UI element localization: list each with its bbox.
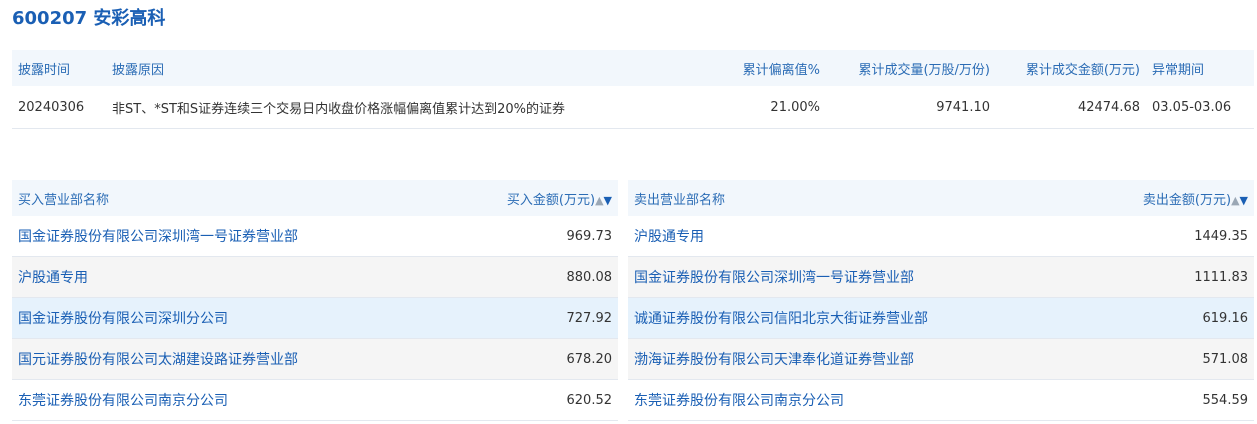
buy-amount: 880.08: [444, 256, 618, 298]
header-disclosure-reason: 披露原因: [112, 62, 165, 78]
sell-header-name: 卖出营业部名称: [634, 192, 726, 208]
table-row[interactable]: 渤海证券股份有限公司天津奉化道证券营业部 571.08: [628, 338, 1254, 380]
header-cumulative-deviation: 累计偏离值%: [742, 62, 820, 78]
table-row[interactable]: 国金证券股份有限公司深圳分公司 727.92: [12, 297, 618, 339]
summary-row: 20240306 非ST、*ST和S证券连续三个交易日内收盘价格涨幅偏离值累计达…: [12, 86, 1254, 129]
buy-header-row: 买入营业部名称 买入金额(万元)▲▼: [12, 180, 618, 216]
cumulative-volume: 9741.10: [826, 86, 996, 129]
sell-amount: 1449.35: [1080, 216, 1254, 257]
table-row[interactable]: 沪股通专用 1449.35: [628, 216, 1254, 257]
buy-branch-name[interactable]: 国金证券股份有限公司深圳分公司: [12, 297, 445, 339]
buy-panel: 买入营业部名称 买入金额(万元)▲▼ 国金证券股份有限公司深圳湾一号证券营业部 …: [12, 180, 618, 421]
sell-branch-name[interactable]: 国金证券股份有限公司深圳湾一号证券营业部: [628, 256, 1081, 298]
sort-arrows-icon[interactable]: ▲▼: [595, 194, 612, 207]
table-row[interactable]: 诚通证券股份有限公司信阳北京大街证券营业部 619.16: [628, 297, 1254, 339]
buy-branch-name[interactable]: 国金证券股份有限公司深圳湾一号证券营业部: [12, 216, 445, 257]
sort-arrows-icon[interactable]: ▲▼: [1231, 194, 1248, 207]
table-row[interactable]: 东莞证券股份有限公司南京分公司 554.59: [628, 379, 1254, 421]
sell-amount: 619.16: [1080, 297, 1254, 339]
stock-title: 600207 安彩高科: [12, 8, 166, 29]
disclosure-summary-table: 披露时间 披露原因 累计偏离值% 累计成交量(万股/万份) 累计成交金额(万元)…: [12, 50, 1254, 129]
sort-down-icon[interactable]: ▼: [1240, 194, 1248, 207]
header-abnormal-period: 异常期间: [1152, 62, 1205, 78]
sell-branch-name[interactable]: 东莞证券股份有限公司南京分公司: [628, 379, 1081, 421]
disclosure-date: 20240306: [12, 86, 106, 129]
cumulative-deviation: 21.00%: [666, 86, 826, 129]
cumulative-amount: 42474.68: [996, 86, 1146, 129]
sort-up-icon[interactable]: ▲: [1231, 194, 1239, 207]
buy-branch-name[interactable]: 沪股通专用: [12, 256, 445, 298]
table-row[interactable]: 东莞证券股份有限公司南京分公司 620.52: [12, 379, 618, 421]
abnormal-period: 03.05-03.06: [1146, 86, 1254, 129]
buy-header-amount-label: 买入金额(万元): [506, 192, 596, 208]
header-cumulative-amount: 累计成交金额(万元): [1025, 62, 1140, 78]
table-row[interactable]: 国金证券股份有限公司深圳湾一号证券营业部 969.73: [12, 216, 618, 257]
sell-panel: 卖出营业部名称 卖出金额(万元)▲▼ 沪股通专用 1449.35 国金证券股份有…: [628, 180, 1254, 421]
buy-amount: 678.20: [444, 338, 618, 380]
buy-branch-name[interactable]: 国元证券股份有限公司太湖建设路证券营业部: [12, 338, 445, 380]
table-row[interactable]: 沪股通专用 880.08: [12, 256, 618, 298]
buy-header-amount[interactable]: 买入金额(万元)▲▼: [445, 180, 618, 216]
sell-amount: 1111.83: [1080, 256, 1254, 298]
sell-branch-name[interactable]: 诚通证券股份有限公司信阳北京大街证券营业部: [628, 297, 1081, 339]
summary-header-row: 披露时间 披露原因 累计偏离值% 累计成交量(万股/万份) 累计成交金额(万元)…: [12, 50, 1254, 86]
buy-amount: 727.92: [444, 297, 618, 339]
sell-header-amount[interactable]: 卖出金额(万元)▲▼: [1081, 180, 1254, 216]
buy-table: 买入营业部名称 买入金额(万元)▲▼ 国金证券股份有限公司深圳湾一号证券营业部 …: [12, 180, 618, 421]
sell-amount: 554.59: [1080, 379, 1254, 421]
disclosure-reason: 非ST、*ST和S证券连续三个交易日内收盘价格涨幅偏离值累计达到20%的证券: [106, 86, 666, 129]
sell-header-amount-label: 卖出金额(万元): [1142, 192, 1232, 208]
buy-amount: 620.52: [444, 379, 618, 421]
header-cumulative-volume: 累计成交量(万股/万份): [858, 62, 990, 78]
sell-header-row: 卖出营业部名称 卖出金额(万元)▲▼: [628, 180, 1254, 216]
sort-up-icon[interactable]: ▲: [595, 194, 603, 207]
sell-table: 卖出营业部名称 卖出金额(万元)▲▼ 沪股通专用 1449.35 国金证券股份有…: [628, 180, 1254, 421]
sort-down-icon[interactable]: ▼: [604, 194, 612, 207]
sell-branch-name[interactable]: 渤海证券股份有限公司天津奉化道证券营业部: [628, 338, 1081, 380]
buy-header-name: 买入营业部名称: [18, 192, 110, 208]
buy-branch-name[interactable]: 东莞证券股份有限公司南京分公司: [12, 379, 445, 421]
sell-amount: 571.08: [1080, 338, 1254, 380]
header-disclosure-date: 披露时间: [18, 62, 71, 78]
table-row[interactable]: 国金证券股份有限公司深圳湾一号证券营业部 1111.83: [628, 256, 1254, 298]
table-row[interactable]: 国元证券股份有限公司太湖建设路证券营业部 678.20: [12, 338, 618, 380]
buy-amount: 969.73: [444, 216, 618, 257]
sell-branch-name[interactable]: 沪股通专用: [628, 216, 1081, 257]
